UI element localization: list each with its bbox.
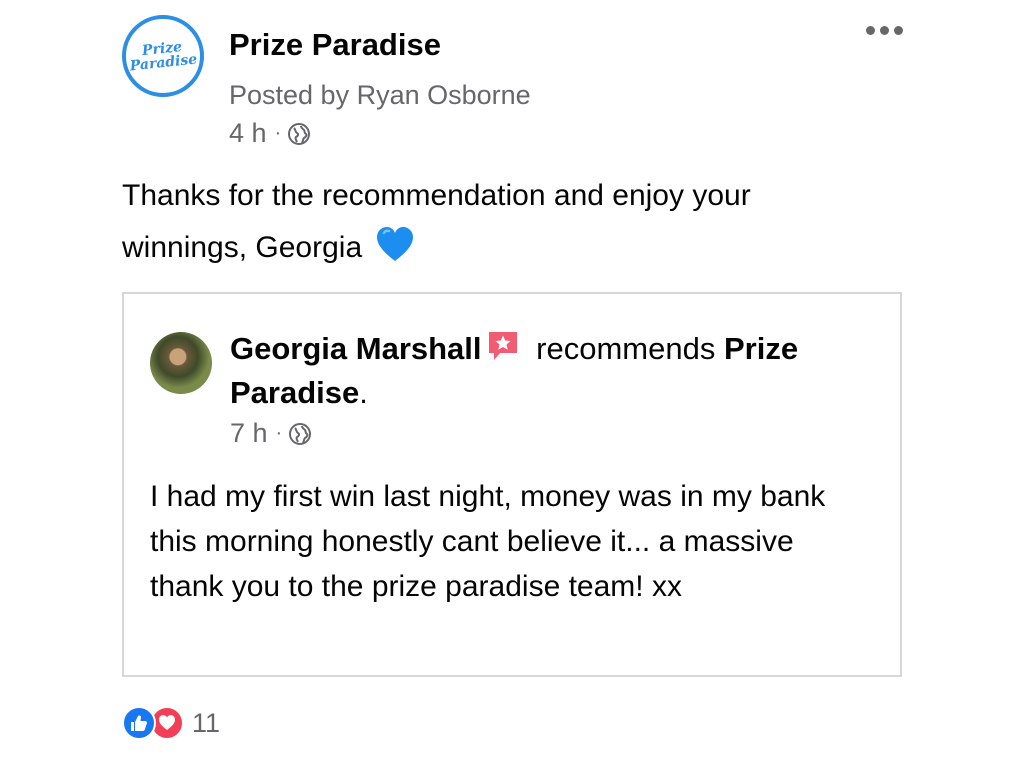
recommends-verb: recommends xyxy=(536,331,716,366)
post-text-content: Thanks for the recommendation and enjoy … xyxy=(122,179,751,264)
page-logo: Prize Paradise xyxy=(129,38,199,75)
page-avatar[interactable]: Prize Paradise xyxy=(122,15,204,97)
post: Prize Paradise Prize Paradise Posted by … xyxy=(0,0,1024,768)
globe-icon[interactable] xyxy=(288,422,312,446)
like-icon xyxy=(122,706,156,740)
shared-text: I had my first win last night, money was… xyxy=(150,480,826,603)
recommendation-star-icon xyxy=(488,332,517,360)
shared-recommendation-card[interactable]: Georgia Marshall recommends Prize Paradi… xyxy=(122,292,902,677)
blue-heart-icon xyxy=(377,227,414,261)
reactions-summary[interactable]: 11 xyxy=(122,706,220,740)
shared-time[interactable]: 7 h xyxy=(230,418,268,449)
header-period: . xyxy=(359,375,368,410)
reaction-count: 11 xyxy=(192,707,221,738)
post-text: Thanks for the recommendation and enjoy … xyxy=(122,170,882,274)
posted-by: Posted by Ryan Osborne xyxy=(229,80,531,110)
more-options-icon[interactable] xyxy=(866,26,903,35)
shared-meta: 7 h · xyxy=(230,418,312,449)
post-time[interactable]: 4 h xyxy=(229,118,267,149)
globe-icon[interactable] xyxy=(287,122,311,146)
post-meta: 4 h · xyxy=(229,118,311,149)
author-name[interactable]: Georgia Marshall xyxy=(230,331,482,366)
author-avatar[interactable] xyxy=(150,332,212,394)
meta-separator: · xyxy=(275,422,283,444)
meta-separator: · xyxy=(274,122,282,144)
recommendation-header: Georgia Marshall recommends Prize Paradi… xyxy=(230,327,870,415)
page-name[interactable]: Prize Paradise xyxy=(229,27,441,63)
